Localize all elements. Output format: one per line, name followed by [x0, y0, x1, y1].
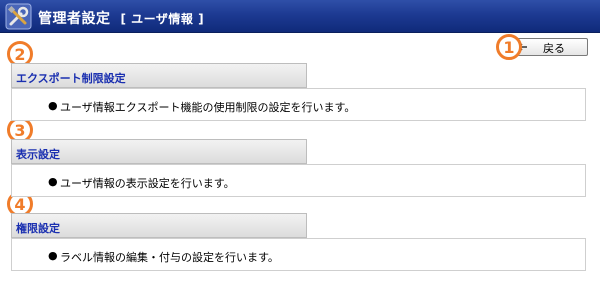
section-header-permissions[interactable]: 権限設定 — [11, 213, 307, 238]
section-description: ユーザ情報エクスポート機能の使用制限の設定を行います。 — [60, 101, 356, 114]
title-bar: 管理者設定 [ ユーザ情報 ] — [0, 0, 600, 33]
tools-icon — [5, 3, 32, 30]
section-description: ユーザ情報の表示設定を行います。 — [60, 177, 235, 190]
section-header-export-limit[interactable]: エクスポート制限設定 — [11, 63, 307, 88]
section-body-display: ● ユーザ情報の表示設定を行います。 — [11, 164, 586, 197]
bullet: ● — [48, 249, 58, 262]
page-title: 管理者設定 [ ユーザ情報 ] — [38, 8, 204, 28]
section-body-permissions: ● ラベル情報の編集・付与の設定を行います。 — [11, 238, 586, 271]
page-title-main: 管理者設定 — [38, 11, 111, 27]
back-button-label: 戻る — [543, 43, 565, 55]
section-body-export-limit: ● ユーザ情報エクスポート機能の使用制限の設定を行います。 — [11, 88, 586, 121]
page-subtitle: [ ユーザ情報 ] — [120, 12, 205, 26]
callout-1: 1 — [496, 34, 522, 60]
section-header-display[interactable]: 表示設定 — [11, 139, 307, 164]
bullet: ● — [48, 175, 58, 188]
bullet: ● — [48, 99, 58, 112]
section-description: ラベル情報の編集・付与の設定を行います。 — [60, 251, 279, 264]
